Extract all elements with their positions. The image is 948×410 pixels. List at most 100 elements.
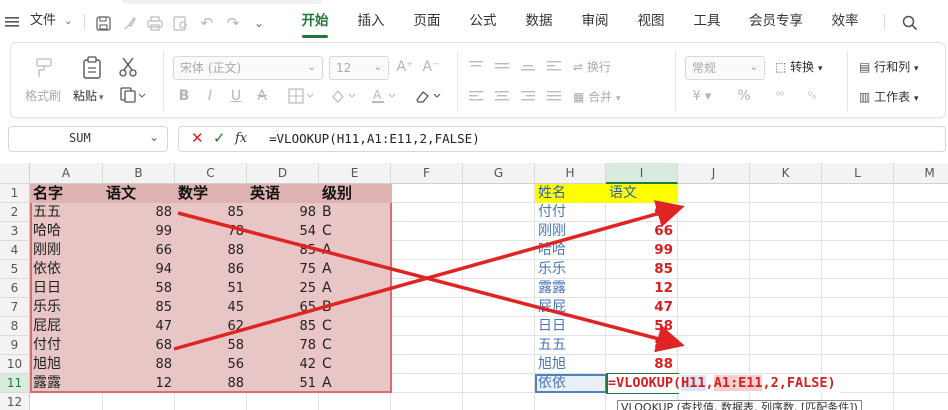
more-chevron-icon[interactable]: ⌄: [250, 14, 268, 32]
clear-format-icon[interactable]: [411, 87, 445, 105]
lookup-result-cell[interactable]: 85: [606, 260, 676, 279]
copy-icon[interactable]: [119, 86, 147, 104]
source-table-cell[interactable]: 56: [175, 355, 247, 374]
increase-font-icon[interactable]: A⁺: [395, 57, 415, 77]
print-icon[interactable]: [146, 14, 164, 32]
source-table-cell[interactable]: 62: [175, 317, 247, 336]
column-header-i[interactable]: I: [606, 163, 678, 184]
source-table-cell[interactable]: 98: [247, 203, 319, 222]
source-table-cell[interactable]: B: [319, 298, 391, 317]
percent-icon[interactable]: %: [735, 87, 753, 105]
bold-icon[interactable]: B: [175, 87, 193, 105]
lookup-name-cell[interactable]: 付付: [535, 203, 606, 222]
cell-formula-editor[interactable]: =VLOOKUP(H11,A1:E11,2,FALSE): [608, 374, 840, 393]
format-painter-label[interactable]: 格式刷: [25, 87, 61, 104]
column-header-c[interactable]: C: [175, 163, 247, 184]
source-table-cell[interactable]: B: [319, 203, 391, 222]
column-header-b[interactable]: B: [103, 163, 175, 184]
decrease-font-icon[interactable]: A⁻: [421, 57, 441, 77]
source-table-cell[interactable]: 88: [103, 355, 175, 374]
source-table-cell[interactable]: 85: [175, 203, 247, 222]
lookup-name-cell[interactable]: 乐乐: [535, 260, 606, 279]
row-header-3[interactable]: 3: [0, 222, 30, 241]
lookup-result-cell[interactable]: 47: [606, 298, 676, 317]
row-header-11[interactable]: 11: [0, 374, 30, 393]
font-size-select[interactable]: 12 ⌄: [329, 56, 389, 80]
font-name-select[interactable]: 宋体 (正文) ⌄: [173, 56, 323, 80]
source-header-cell[interactable]: 语文: [103, 184, 175, 203]
row-header-10[interactable]: 10: [0, 355, 30, 374]
column-header-m[interactable]: M: [894, 163, 948, 184]
tab-efficiency[interactable]: 效率: [828, 11, 862, 31]
source-table-cell[interactable]: 47: [103, 317, 175, 336]
orientation-icon[interactable]: [545, 57, 563, 75]
align-center-icon[interactable]: [493, 87, 511, 105]
cancel-icon[interactable]: ✕: [191, 129, 204, 147]
source-table-cell[interactable]: 78: [175, 222, 247, 241]
column-header-d[interactable]: D: [247, 163, 319, 184]
source-table-cell[interactable]: 99: [103, 222, 175, 241]
source-table-cell[interactable]: 付付: [30, 336, 103, 355]
lookup-header-score[interactable]: 语文: [606, 184, 678, 203]
source-table-cell[interactable]: 25: [247, 279, 319, 298]
paste-button[interactable]: 粘贴 ▾: [73, 87, 104, 104]
source-table-cell[interactable]: 86: [175, 260, 247, 279]
formula-bar[interactable]: ✕ ✓ fx =VLOOKUP(H11,A1:E11,2,FALSE): [178, 126, 946, 152]
lookup-result-cell[interactable]: 88: [606, 355, 676, 374]
column-header-h[interactable]: H: [535, 163, 606, 184]
brush-icon[interactable]: [120, 14, 138, 32]
print-preview-icon[interactable]: [172, 14, 190, 32]
row-header-4[interactable]: 4: [0, 241, 30, 260]
source-table-cell[interactable]: 51: [175, 279, 247, 298]
source-header-cell[interactable]: 英语: [247, 184, 319, 203]
lookup-name-cell[interactable]: 日日: [535, 317, 606, 336]
lookup-name-cell[interactable]: 露露: [535, 279, 606, 298]
row-header-8[interactable]: 8: [0, 317, 30, 336]
source-table-cell[interactable]: 哈哈: [30, 222, 103, 241]
source-table-cell[interactable]: 94: [103, 260, 175, 279]
rows-cols-button[interactable]: ▤ 行和列 ▾: [859, 58, 919, 75]
source-table-cell[interactable]: 85: [247, 241, 319, 260]
column-header-l[interactable]: L: [822, 163, 894, 184]
tab-tools[interactable]: 工具: [690, 11, 724, 31]
source-table-cell[interactable]: 58: [103, 279, 175, 298]
tab-review[interactable]: 审阅: [578, 11, 612, 31]
column-header-f[interactable]: F: [391, 163, 463, 184]
source-table-cell[interactable]: C: [319, 317, 391, 336]
lookup-name-cell[interactable]: 旭旭: [535, 355, 606, 374]
borders-icon[interactable]: [287, 87, 317, 105]
formula-input[interactable]: =VLOOKUP(H11,A1:E11,2,FALSE): [269, 131, 480, 146]
lookup-result-cell[interactable]: 68: [606, 203, 676, 222]
source-table-cell[interactable]: 66: [103, 241, 175, 260]
paste-icon[interactable]: [79, 55, 105, 81]
insert-function-icon[interactable]: fx: [235, 131, 247, 146]
justify-icon[interactable]: [545, 87, 563, 105]
source-table-cell[interactable]: 屁屁: [30, 317, 103, 336]
source-table-cell[interactable]: A: [319, 374, 391, 393]
lookup-result-cell[interactable]: 88: [606, 336, 676, 355]
name-box[interactable]: SUM ⌄: [8, 126, 168, 152]
source-table-cell[interactable]: C: [319, 355, 391, 374]
file-menu[interactable]: 文件 ⌄: [30, 11, 73, 31]
source-table-cell[interactable]: 54: [247, 222, 319, 241]
source-table-cell[interactable]: A: [319, 279, 391, 298]
tab-insert[interactable]: 插入: [354, 11, 388, 31]
source-header-cell[interactable]: 级别: [319, 184, 391, 203]
redo-icon[interactable]: ↷: [224, 14, 242, 32]
search-icon[interactable]: [900, 13, 920, 33]
lookup-result-cell[interactable]: 66: [606, 222, 676, 241]
align-bottom-icon[interactable]: [519, 57, 537, 75]
currency-icon[interactable]: ¥ ▾: [687, 87, 717, 105]
align-left-icon[interactable]: [467, 87, 485, 105]
source-table-cell[interactable]: 露露: [30, 374, 103, 393]
merge-button[interactable]: ▦ 合并 ▾: [573, 88, 621, 105]
align-middle-icon[interactable]: [493, 57, 511, 75]
source-table-cell[interactable]: 85: [247, 317, 319, 336]
source-table-cell[interactable]: 88: [175, 374, 247, 393]
wrap-text-button[interactable]: ⇌ 换行: [573, 58, 611, 75]
lookup-name-cell[interactable]: 刚刚: [535, 222, 606, 241]
lookup-name-cell[interactable]: 五五: [535, 336, 606, 355]
lookup-name-cell[interactable]: 屁屁: [535, 298, 606, 317]
hamburger-menu-icon[interactable]: [4, 14, 20, 30]
tab-home[interactable]: 开始: [298, 11, 332, 31]
